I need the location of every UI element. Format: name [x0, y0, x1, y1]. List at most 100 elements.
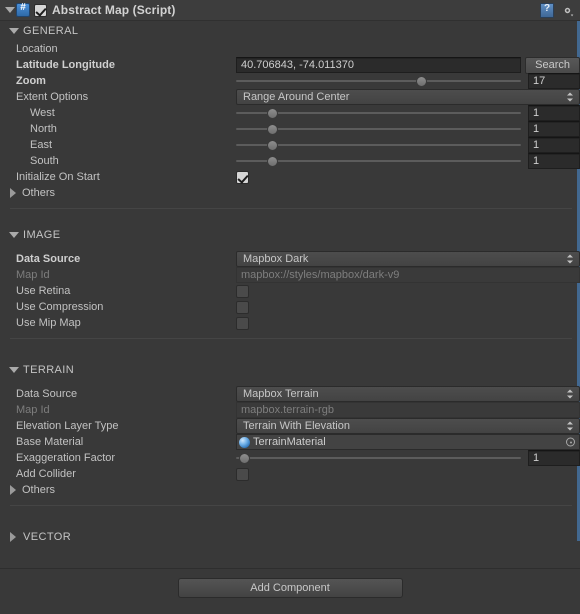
component-title: Abstract Map (Script)	[52, 3, 176, 17]
extent-options-label: Extent Options	[16, 91, 89, 103]
divider	[10, 505, 572, 506]
terrain-others-foldout-arrow[interactable]	[8, 484, 19, 496]
south-slider-knob[interactable]	[267, 156, 279, 167]
row-use-compression: Use Compression	[0, 299, 580, 315]
row-general-others[interactable]: Others	[0, 185, 580, 201]
row-latitude-longitude: Latitude Longitude 40.706843, -74.011370…	[0, 56, 580, 74]
elevation-layer-type-label: Elevation Layer Type	[16, 420, 119, 432]
use-mip-map-label: Use Mip Map	[16, 317, 81, 329]
image-map-id-input: mapbox://styles/mapbox/dark-v9	[236, 267, 580, 283]
row-use-retina: Use Retina	[0, 283, 580, 299]
section-title-vector: VECTOR	[23, 531, 72, 543]
vector-foldout-arrow[interactable]	[8, 531, 19, 543]
section-header-vector[interactable]: VECTOR	[0, 527, 580, 547]
terrain-map-id-label: Map Id	[16, 404, 50, 416]
component-header[interactable]: Abstract Map (Script)	[0, 0, 580, 21]
divider	[10, 338, 572, 339]
add-collider-label: Add Collider	[16, 468, 76, 480]
row-elevation-layer-type: Elevation Layer Type Terrain With Elevat…	[0, 418, 580, 434]
zoom-slider-knob[interactable]	[415, 76, 427, 87]
east-slider-knob[interactable]	[267, 140, 279, 151]
initialize-on-start-label: Initialize On Start	[16, 171, 100, 183]
exaggeration-factor-input[interactable]: 1	[528, 450, 580, 466]
chevron-updown-icon	[567, 421, 574, 432]
south-slider-track	[236, 160, 521, 162]
help-book-icon[interactable]	[540, 2, 554, 18]
elevation-layer-type-dropdown[interactable]: Terrain With Elevation	[236, 418, 580, 434]
north-value-input[interactable]: 1	[528, 121, 580, 137]
image-data-source-dropdown[interactable]: Mapbox Dark	[236, 251, 580, 267]
row-west: West 1	[0, 105, 580, 121]
exaggeration-factor-slider[interactable]	[236, 450, 521, 466]
extent-options-dropdown[interactable]: Range Around Center	[236, 89, 580, 105]
search-button[interactable]: Search	[525, 56, 580, 74]
elevation-layer-type-value: Terrain With Elevation	[243, 420, 350, 432]
terrain-data-source-dropdown[interactable]: Mapbox Terrain	[236, 386, 580, 402]
terrain-map-id-input: mapbox.terrain-rgb	[236, 402, 580, 418]
section-title-general: GENERAL	[23, 25, 79, 37]
section-header-terrain[interactable]: TERRAIN	[0, 360, 580, 380]
south-slider[interactable]	[236, 153, 521, 169]
section-header-general[interactable]: GENERAL	[0, 21, 580, 41]
row-image-data-source: Data Source Mapbox Dark	[0, 251, 580, 267]
object-picker-icon[interactable]	[566, 437, 575, 447]
location-label: Location	[16, 43, 58, 55]
general-others-label: Others	[22, 187, 56, 199]
row-zoom: Zoom 17	[0, 73, 580, 89]
general-others-foldout-arrow[interactable]	[8, 187, 19, 199]
use-compression-checkbox[interactable]	[236, 300, 249, 314]
csharp-script-icon	[16, 2, 30, 17]
base-material-object-field[interactable]: TerrainMaterial	[236, 434, 580, 450]
exaggeration-slider-track	[236, 457, 521, 459]
use-mip-map-checkbox[interactable]	[236, 316, 249, 330]
latitude-longitude-input[interactable]: 40.706843, -74.011370	[236, 57, 522, 73]
chevron-updown-icon	[567, 92, 574, 103]
row-north: North 1	[0, 121, 580, 137]
zoom-slider[interactable]	[236, 73, 521, 89]
west-slider[interactable]	[236, 105, 521, 121]
terrain-foldout-arrow[interactable]	[8, 365, 19, 376]
use-retina-checkbox[interactable]	[236, 284, 249, 298]
initialize-on-start-checkbox[interactable]	[236, 170, 249, 184]
row-location: Location	[0, 41, 580, 57]
section-header-image[interactable]: IMAGE	[0, 225, 580, 245]
general-foldout-arrow[interactable]	[8, 26, 19, 37]
component-foldout-arrow[interactable]	[4, 5, 15, 16]
exaggeration-slider-knob[interactable]	[238, 453, 250, 464]
use-compression-label: Use Compression	[16, 301, 104, 313]
north-label: North	[30, 123, 57, 135]
exaggeration-factor-label: Exaggeration Factor	[16, 452, 116, 464]
inspector-panel: Abstract Map (Script) GENERAL Location L…	[0, 0, 580, 614]
row-exaggeration-factor: Exaggeration Factor 1	[0, 450, 580, 466]
terrain-data-source-label: Data Source	[16, 388, 78, 400]
west-slider-track	[236, 112, 521, 114]
component-header-actions	[540, 2, 575, 18]
add-component-button[interactable]: Add Component	[177, 578, 403, 598]
west-label: West	[30, 107, 55, 119]
east-value-input[interactable]: 1	[528, 137, 580, 153]
west-slider-knob[interactable]	[267, 108, 279, 119]
south-label: South	[30, 155, 59, 167]
north-slider[interactable]	[236, 121, 521, 137]
zoom-slider-track	[236, 80, 521, 82]
north-slider-track	[236, 128, 521, 130]
component-enabled-checkbox[interactable]	[34, 3, 47, 17]
south-value-input[interactable]: 1	[528, 153, 580, 169]
add-collider-checkbox[interactable]	[236, 467, 249, 481]
extent-options-value: Range Around Center	[243, 91, 350, 103]
divider	[10, 208, 572, 209]
material-sphere-icon	[239, 436, 250, 448]
chevron-updown-icon	[567, 389, 574, 400]
zoom-value-input[interactable]: 17	[528, 73, 580, 89]
use-retina-label: Use Retina	[16, 285, 71, 297]
row-extent-options: Extent Options Range Around Center	[0, 89, 580, 105]
west-value-input[interactable]: 1	[528, 105, 580, 121]
image-foldout-arrow[interactable]	[8, 230, 19, 241]
row-base-material: Base Material TerrainMaterial	[0, 434, 580, 450]
row-add-collider: Add Collider	[0, 466, 580, 482]
east-slider[interactable]	[236, 137, 521, 153]
north-slider-knob[interactable]	[267, 124, 279, 135]
gear-icon[interactable]	[560, 3, 575, 18]
chevron-updown-icon	[567, 254, 574, 265]
row-terrain-others[interactable]: Others	[0, 482, 580, 498]
